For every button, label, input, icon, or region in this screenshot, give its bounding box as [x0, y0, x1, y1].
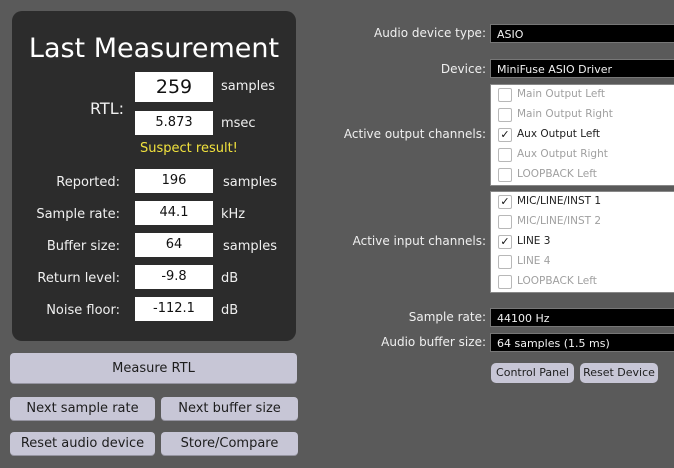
next-buffer-size-button[interactable]: Next buffer size: [161, 397, 298, 421]
list-item[interactable]: MIC/LINE/INST 2: [491, 212, 674, 232]
channel-name: Aux Output Left: [517, 128, 600, 140]
sample-rate-combo[interactable]: 44100 Hz: [490, 308, 674, 327]
buffer-size-label: Buffer size:: [46, 239, 120, 254]
checkmark-icon: ✓: [500, 195, 510, 208]
list-item[interactable]: LOOPBACK Left: [491, 272, 674, 292]
checkbox[interactable]: [498, 168, 512, 182]
reset-audio-device-button[interactable]: Reset audio device: [10, 432, 155, 456]
channel-name: LOOPBACK Left: [517, 275, 597, 287]
list-item[interactable]: Main Output Right: [491, 105, 674, 125]
reported-label: Reported:: [56, 175, 120, 190]
list-item[interactable]: ✓ MIC/LINE/INST 1: [491, 192, 674, 212]
rtl-label: RTL:: [89, 99, 124, 118]
channel-name: MIC/LINE/INST 1: [517, 195, 602, 207]
rtl-msec-value: 5.873: [135, 111, 213, 135]
device-label: Device:: [440, 62, 486, 76]
sample-rate-value: 44.1: [135, 201, 213, 225]
reset-device-button[interactable]: Reset Device: [580, 363, 658, 383]
checkbox[interactable]: [498, 108, 512, 122]
device-combo[interactable]: MiniFuse ASIO Driver: [490, 59, 674, 78]
input-channels-label: Active input channels:: [352, 234, 486, 248]
reported-value: 196: [135, 169, 213, 193]
checkbox-checked[interactable]: ✓: [498, 235, 512, 249]
list-item[interactable]: ✓ Aux Output Left: [491, 125, 674, 145]
checkbox[interactable]: [498, 148, 512, 162]
list-item[interactable]: LOOPBACK Left: [491, 165, 674, 185]
control-panel-button[interactable]: Control Panel: [491, 363, 574, 383]
return-level-label: Return level:: [37, 271, 120, 286]
buffer-size-value: 64: [135, 233, 213, 257]
channel-name: Aux Output Right: [517, 148, 608, 160]
checkbox[interactable]: [498, 255, 512, 269]
checkbox-checked[interactable]: ✓: [498, 128, 512, 142]
device-type-combo[interactable]: ASIO: [490, 24, 674, 43]
checkbox[interactable]: [498, 88, 512, 102]
list-item[interactable]: Aux Output Right: [491, 145, 674, 165]
rtl-samples-unit: samples: [221, 79, 276, 94]
list-item[interactable]: Main Output Left: [491, 85, 674, 105]
list-item[interactable]: ✓ LINE 3: [491, 232, 674, 252]
channel-name: Main Output Left: [517, 88, 605, 100]
store-compare-button[interactable]: Store/Compare: [161, 432, 298, 456]
next-sample-rate-button[interactable]: Next sample rate: [10, 397, 155, 421]
output-channels-label: Active output channels:: [343, 127, 486, 141]
checkbox-checked[interactable]: ✓: [498, 195, 512, 209]
noise-floor-label: Noise floor:: [46, 303, 120, 318]
sample-rate-unit: kHz: [221, 207, 246, 222]
sample-rate-label: Sample rate:: [36, 207, 120, 222]
buffer-setting-label: Audio buffer size:: [381, 335, 486, 349]
suspect-warning: Suspect result!: [140, 141, 238, 156]
sample-rate-setting-label: Sample rate:: [408, 310, 486, 324]
channel-name: LINE 3: [517, 235, 551, 247]
output-channel-list: Main Output Left Main Output Right ✓ Aux…: [490, 84, 674, 186]
rtl-samples-value: 259: [135, 72, 213, 102]
checkmark-icon: ✓: [500, 128, 510, 141]
checkbox[interactable]: [498, 215, 512, 229]
buffer-size-unit: samples: [223, 239, 278, 254]
rtl-msec-unit: msec: [221, 116, 256, 131]
channel-name: Main Output Right: [517, 108, 613, 120]
device-type-label: Audio device type:: [373, 26, 486, 40]
channel-name: LINE 4: [517, 255, 551, 267]
noise-floor-unit: dB: [221, 303, 239, 318]
panel-title: Last Measurement: [28, 33, 280, 64]
channel-name: MIC/LINE/INST 2: [517, 215, 602, 227]
measure-rtl-button[interactable]: Measure RTL: [10, 353, 297, 384]
measurement-panel: Last Measurement RTL: 259 samples 5.873 …: [12, 11, 296, 341]
buffer-size-combo[interactable]: 64 samples (1.5 ms): [490, 333, 674, 352]
reported-unit: samples: [223, 175, 278, 190]
channel-name: LOOPBACK Left: [517, 168, 597, 180]
checkbox[interactable]: [498, 275, 512, 289]
input-channel-list: ✓ MIC/LINE/INST 1 MIC/LINE/INST 2 ✓ LINE…: [490, 191, 674, 293]
checkmark-icon: ✓: [500, 235, 510, 248]
return-level-unit: dB: [221, 271, 239, 286]
noise-floor-value: -112.1: [135, 297, 213, 321]
return-level-value: -9.8: [135, 265, 213, 289]
list-item[interactable]: LINE 4: [491, 252, 674, 272]
